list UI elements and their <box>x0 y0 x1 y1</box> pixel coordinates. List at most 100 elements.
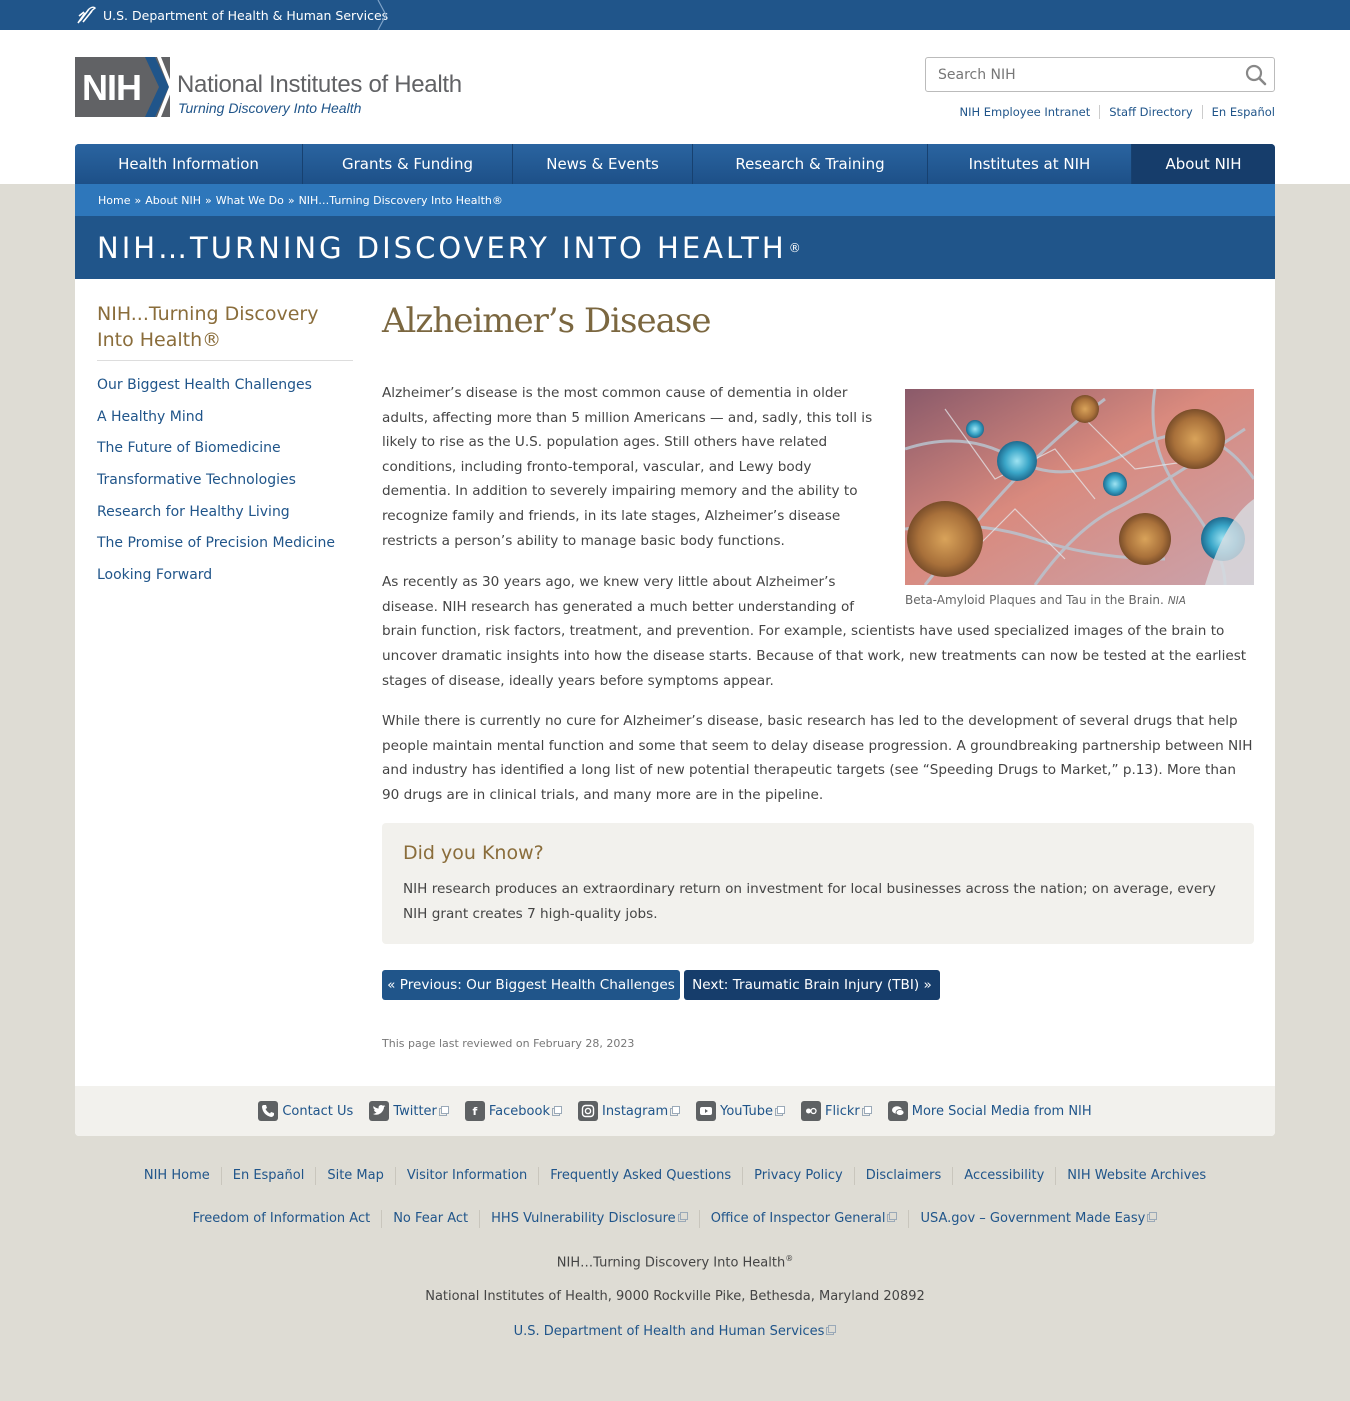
social-contact-us[interactable]: Contact Us <box>258 1101 353 1121</box>
footer-link-no-fear-act[interactable]: No Fear Act <box>381 1210 479 1228</box>
social-more[interactable]: More Social Media from NIH <box>887 1101 1092 1121</box>
social-label: YouTube <box>720 1103 773 1119</box>
footer-link-privacy[interactable]: Privacy Policy <box>742 1167 854 1185</box>
search-icon[interactable] <box>1244 63 1268 87</box>
footer-link-visitor-info[interactable]: Visitor Information <box>394 1167 538 1185</box>
paragraph-3: While there is currently no cure for Alz… <box>382 713 1253 803</box>
social-facebook[interactable]: f Facebook <box>464 1101 562 1121</box>
sidebar-item-future-biomedicine[interactable]: The Future of Biomedicine <box>97 438 353 470</box>
footer-link-site-map[interactable]: Site Map <box>315 1167 395 1185</box>
page-banner: NIH…TURNING DISCOVERY INTO HEALTH ® <box>75 216 1275 279</box>
social-label: Flickr <box>825 1103 860 1119</box>
main-nav: Health Information Grants & Funding News… <box>75 144 1275 184</box>
footer-link-espanol[interactable]: En Español <box>220 1167 316 1185</box>
nav-grants-funding[interactable]: Grants & Funding <box>303 144 513 184</box>
utility-link-espanol[interactable]: En Español <box>1201 105 1275 119</box>
page-title: Alzheimer’s Disease <box>382 301 711 341</box>
social-label: Twitter <box>393 1103 437 1119</box>
footer-address: National Institutes of Health, 9000 Rock… <box>425 1289 925 1304</box>
footer-link-usa-gov[interactable]: USA.gov – Government Made Easy <box>908 1210 1168 1228</box>
external-link-icon <box>775 1106 785 1116</box>
breadcrumb-separator: » <box>287 193 295 207</box>
figure-credit: NIA <box>1167 595 1186 607</box>
chat-icon <box>887 1101 908 1121</box>
next-button[interactable]: Next: Traumatic Brain Injury (TBI) » <box>684 970 940 1000</box>
did-you-know-box: Did you Know? NIH research produces an e… <box>382 823 1254 944</box>
hhs-bar: U.S. Department of Health & Human Servic… <box>0 0 1350 30</box>
neurons-illustration-image <box>905 389 1254 585</box>
social-label: More Social Media from NIH <box>911 1103 1092 1119</box>
nih-logo-mark: NIH <box>75 57 173 117</box>
external-link-icon <box>861 1106 872 1116</box>
external-link-icon <box>677 1212 688 1222</box>
sidebar-item-biggest-challenges[interactable]: Our Biggest Health Challenges <box>97 375 353 407</box>
footer-link-hhs-vulnerability[interactable]: HHS Vulnerability Disclosure <box>479 1210 699 1228</box>
phone-icon <box>258 1101 279 1121</box>
social-twitter[interactable]: Twitter <box>369 1101 449 1121</box>
hhs-link[interactable]: U.S. Department of Health & Human Servic… <box>75 0 388 30</box>
utility-links: NIH Employee Intranet Staff Directory En… <box>950 105 1275 119</box>
breadcrumb-home[interactable]: Home <box>98 194 130 207</box>
footer-links-row-1: NIH Home En Español Site Map Visitor Inf… <box>0 1167 1350 1185</box>
nav-health-information[interactable]: Health Information <box>75 144 303 184</box>
page-container: Home » About NIH » What We Do » NIH…Turn… <box>75 184 1275 1136</box>
sidebar-item-healthy-living[interactable]: Research for Healthy Living <box>97 502 353 534</box>
footer-link-disclaimers[interactable]: Disclaimers <box>853 1167 953 1185</box>
footer-link-nih-home[interactable]: NIH Home <box>133 1167 221 1185</box>
sidebar-item-transformative-tech[interactable]: Transformative Technologies <box>97 470 353 502</box>
flickr-icon <box>801 1101 821 1121</box>
nih-logo[interactable]: NIH National Institutes of Health Turnin… <box>75 57 475 119</box>
social-bar: Contact Us Twitter f Facebook Instagram <box>75 1086 1275 1136</box>
utility-link-intranet[interactable]: NIH Employee Intranet <box>950 105 1099 119</box>
logo-tagline: Turning Discovery Into Health <box>178 100 362 116</box>
footer-link-accessibility[interactable]: Accessibility <box>952 1167 1055 1185</box>
facebook-icon: f <box>464 1101 485 1121</box>
footer-hhs-link[interactable]: U.S. Department of Health and Human Serv… <box>514 1324 837 1339</box>
breadcrumb-about[interactable]: About NIH <box>145 194 201 207</box>
footer-link-archives[interactable]: NIH Website Archives <box>1055 1167 1217 1185</box>
sidebar-item-precision-medicine[interactable]: The Promise of Precision Medicine <box>97 533 353 565</box>
footer-hhs: U.S. Department of Health and Human Serv… <box>0 1324 1350 1339</box>
footer-hhs-label: U.S. Department of Health and Human Serv… <box>513 1324 825 1339</box>
footer-tagline: NIH…Turning Discovery Into Health® <box>0 1254 1350 1270</box>
nav-about-nih[interactable]: About NIH <box>1132 144 1275 184</box>
breadcrumb-separator: » <box>134 193 142 207</box>
footer-link-faq[interactable]: Frequently Asked Questions <box>538 1167 742 1185</box>
social-youtube[interactable]: YouTube <box>696 1101 785 1121</box>
did-you-know-heading: Did you Know? <box>403 842 544 864</box>
breadcrumb-what-we-do[interactable]: What We Do <box>216 194 284 207</box>
breadcrumb-current: NIH…Turning Discovery Into Health® <box>298 193 503 207</box>
social-instagram[interactable]: Instagram <box>577 1101 681 1121</box>
social-flickr[interactable]: Flickr <box>801 1101 872 1121</box>
previous-button[interactable]: « Previous: Our Biggest Health Challenge… <box>382 970 680 1000</box>
sidebar-title[interactable]: NIH...Turning Discovery Into Health® <box>97 301 353 361</box>
footer-tagline-mark: ® <box>785 1254 794 1263</box>
sidebar-item-looking-forward[interactable]: Looking Forward <box>97 565 353 597</box>
last-reviewed: This page last reviewed on February 28, … <box>382 1037 635 1050</box>
search-input[interactable] <box>926 58 1236 91</box>
article-figure: Beta-Amyloid Plaques and Tau in the Brai… <box>905 389 1254 607</box>
nav-news-events[interactable]: News & Events <box>513 144 693 184</box>
footer-tagline-text: NIH…Turning Discovery Into Health <box>556 1255 786 1271</box>
chevron-right-icon <box>377 0 387 30</box>
instagram-icon <box>577 1101 598 1121</box>
utility-link-staff-directory[interactable]: Staff Directory <box>1099 105 1201 119</box>
social-label: Instagram <box>601 1103 669 1119</box>
sidebar: NIH...Turning Discovery Into Health® Our… <box>97 301 353 597</box>
nav-institutes[interactable]: Institutes at NIH <box>928 144 1132 184</box>
external-link-icon <box>887 1212 898 1222</box>
sidebar-item-healthy-mind[interactable]: A Healthy Mind <box>97 407 353 439</box>
external-link-icon <box>670 1106 681 1116</box>
footer-link-inspector-general[interactable]: Office of Inspector General <box>698 1210 909 1228</box>
social-label: Contact Us <box>282 1103 354 1119</box>
footer-link-foia[interactable]: Freedom of Information Act <box>182 1210 382 1228</box>
twitter-icon <box>369 1101 390 1121</box>
logo-name: National Institutes of Health <box>177 71 462 98</box>
youtube-icon <box>696 1101 717 1121</box>
nav-research-training[interactable]: Research & Training <box>693 144 928 184</box>
hhs-label: U.S. Department of Health & Human Servic… <box>103 7 389 23</box>
banner-title: NIH…TURNING DISCOVERY INTO HEALTH <box>97 230 787 265</box>
figure-caption-text: Beta-Amyloid Plaques and Tau in the Brai… <box>905 593 1164 607</box>
figure-caption: Beta-Amyloid Plaques and Tau in the Brai… <box>905 593 1254 607</box>
breadcrumb-separator: » <box>204 193 212 207</box>
